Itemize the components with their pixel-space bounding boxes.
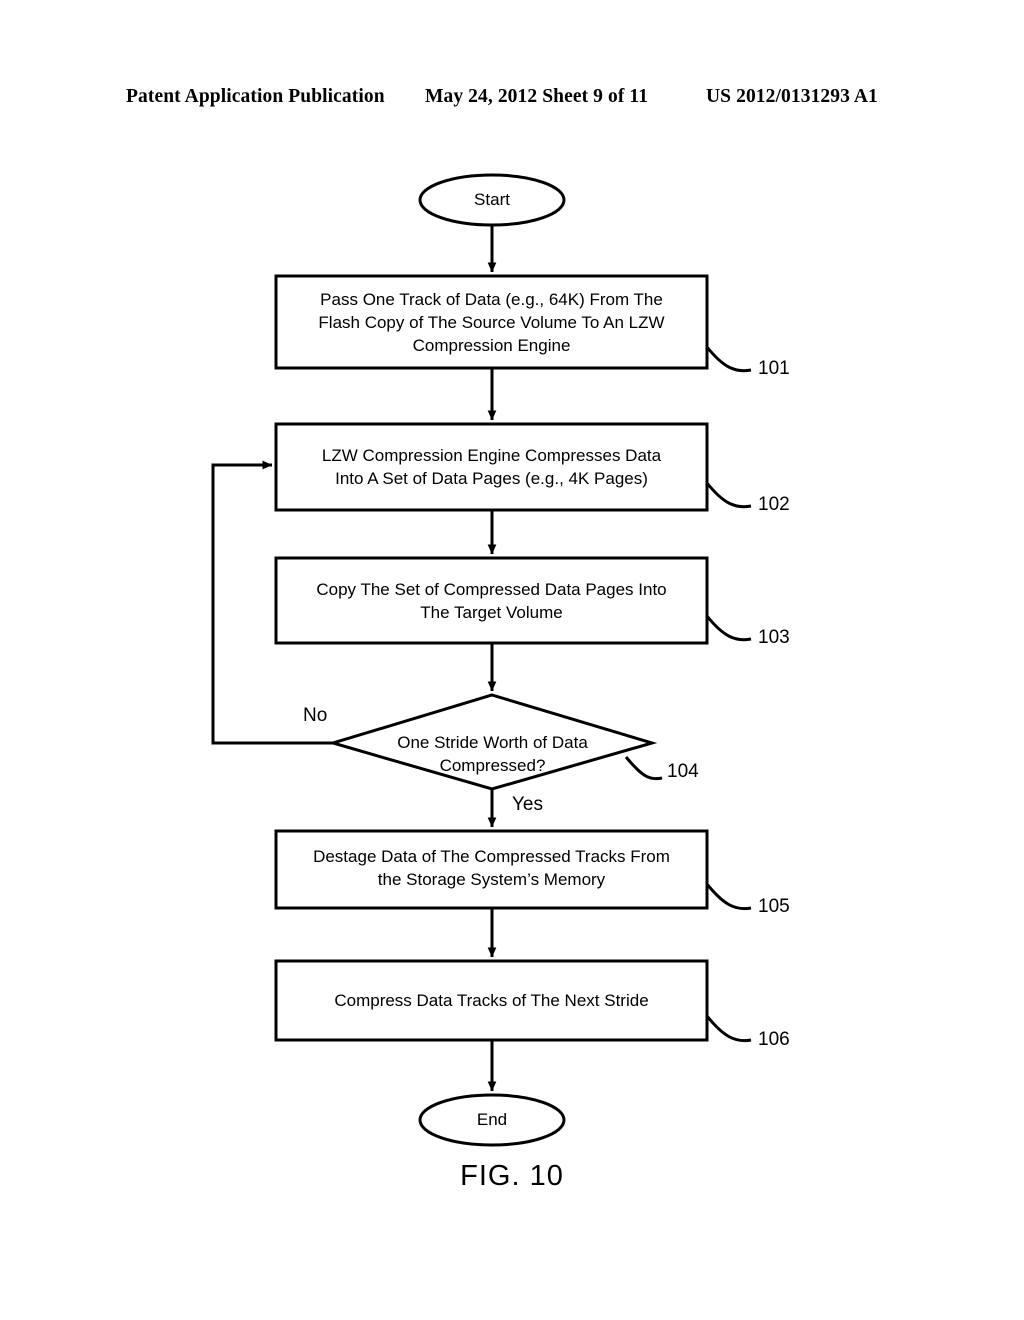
- leader-line-106: [705, 1015, 752, 1043]
- reference-numeral-101: 101: [758, 358, 790, 379]
- step-101-shape: [274, 274, 709, 370]
- figure-caption: FIG. 10: [460, 1160, 564, 1192]
- leader-line-105: [705, 883, 752, 911]
- end-terminal-shape: [418, 1093, 566, 1147]
- start-terminal-shape: [418, 173, 566, 227]
- decision-yes-branch-label: Yes: [512, 794, 543, 815]
- flowchart-figure: Start Pass One Track of Data (e.g., 64K)…: [0, 0, 1024, 1320]
- step-105-shape: [274, 829, 709, 910]
- reference-numeral-103: 103: [758, 627, 790, 648]
- leader-line-104: [624, 756, 663, 781]
- reference-numeral-105: 105: [758, 896, 790, 917]
- reference-numeral-102: 102: [758, 494, 790, 515]
- leader-line-102: [705, 482, 752, 509]
- reference-numeral-104: 104: [667, 761, 699, 782]
- decision-104-shape: [327, 693, 658, 791]
- step-103-shape: [274, 556, 709, 645]
- leader-line-103: [705, 615, 752, 642]
- reference-numeral-106: 106: [758, 1029, 790, 1050]
- leader-line-101: [705, 346, 752, 373]
- flowchart-canvas: [211, 173, 752, 1147]
- decision-no-branch-label: No: [303, 705, 328, 726]
- step-106-shape: [274, 959, 709, 1042]
- step-102-shape: [274, 422, 709, 512]
